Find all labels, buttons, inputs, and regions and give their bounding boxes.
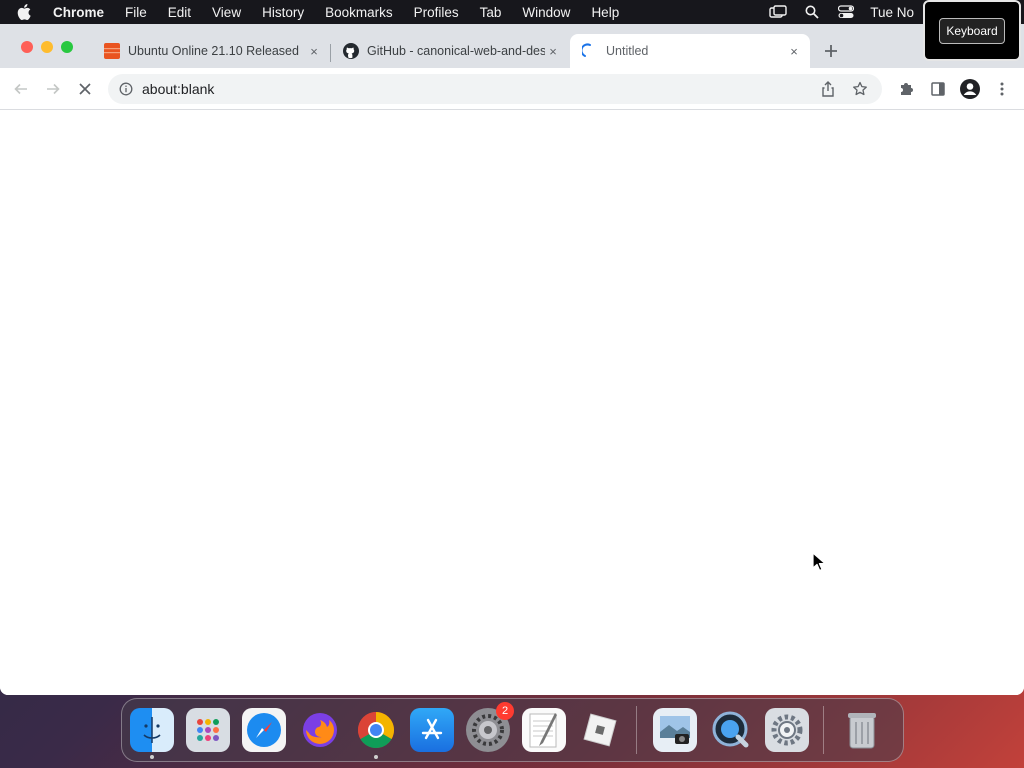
- safari-icon[interactable]: [242, 708, 286, 752]
- dock: 2: [121, 698, 904, 762]
- menu-bar: Chrome File Edit View History Bookmarks …: [0, 0, 1024, 24]
- apple-menu-icon[interactable]: [17, 4, 37, 20]
- forward-arrow-icon[interactable]: [41, 77, 65, 101]
- menu-help[interactable]: Help: [591, 5, 619, 20]
- menu-profiles[interactable]: Profiles: [414, 5, 459, 20]
- menu-bookmarks[interactable]: Bookmarks: [325, 5, 393, 20]
- screen-mirroring-icon[interactable]: [768, 4, 788, 20]
- trash-icon[interactable]: [840, 708, 884, 752]
- tab-close-icon[interactable]: ×: [545, 43, 561, 59]
- running-indicator: [374, 755, 378, 759]
- dock-separator: [823, 706, 824, 754]
- chrome-icon[interactable]: [354, 708, 398, 759]
- launchpad-icon[interactable]: [186, 708, 230, 752]
- keyboard-button[interactable]: Keyboard: [939, 17, 1005, 44]
- menu-tab[interactable]: Tab: [480, 5, 502, 20]
- menu-app-name[interactable]: Chrome: [53, 5, 104, 20]
- back-arrow-icon[interactable]: [9, 77, 33, 101]
- tab-ubuntu[interactable]: Ubuntu Online 21.10 Released ×: [92, 34, 330, 68]
- tab-close-icon[interactable]: ×: [306, 43, 322, 59]
- preview-icon[interactable]: [653, 708, 697, 752]
- control-center-icon[interactable]: [836, 4, 856, 20]
- github-icon: [343, 43, 359, 59]
- firefox-icon[interactable]: [298, 708, 342, 752]
- chrome-menu-kebab-icon[interactable]: [990, 77, 1014, 101]
- loading-spinner-icon: [582, 43, 598, 59]
- mouse-pointer-icon: [812, 552, 826, 572]
- notification-badge: 2: [496, 702, 514, 720]
- roblox-icon[interactable]: [578, 708, 622, 752]
- keyboard-overlay: Keyboard: [923, 0, 1021, 61]
- window-minimize-button[interactable]: [41, 41, 53, 53]
- bookmark-star-icon[interactable]: [850, 79, 870, 99]
- system-preferences-icon[interactable]: 2: [466, 702, 514, 752]
- running-indicator: [150, 755, 154, 759]
- chrome-window: Ubuntu Online 21.10 Released × GitHub - …: [0, 24, 1024, 695]
- address-bar[interactable]: about:blank: [108, 74, 882, 104]
- system-preferences-icon-2[interactable]: [765, 708, 809, 752]
- app-store-icon[interactable]: [410, 708, 454, 752]
- new-tab-plus-icon[interactable]: [820, 40, 842, 62]
- menu-edit[interactable]: Edit: [168, 5, 191, 20]
- tab-untitled-active[interactable]: Untitled ×: [570, 34, 810, 68]
- tab-title: Untitled: [606, 44, 649, 58]
- window-maximize-button[interactable]: [61, 41, 73, 53]
- tab-github[interactable]: GitHub - canonical-web-and-design ×: [331, 34, 569, 68]
- menu-history[interactable]: History: [262, 5, 304, 20]
- tab-close-icon[interactable]: ×: [786, 43, 802, 59]
- extensions-puzzle-icon[interactable]: [894, 77, 918, 101]
- finder-icon[interactable]: [130, 708, 174, 759]
- textedit-icon[interactable]: [522, 708, 566, 752]
- window-close-button[interactable]: [21, 41, 33, 53]
- menu-clock[interactable]: Tue No: [870, 5, 914, 20]
- tab-title: Ubuntu Online 21.10 Released: [128, 44, 299, 58]
- spotlight-search-icon[interactable]: [802, 4, 822, 20]
- quicktime-player-icon[interactable]: [709, 708, 753, 752]
- tab-title: GitHub - canonical-web-and-design: [367, 44, 545, 58]
- menu-window[interactable]: Window: [522, 5, 570, 20]
- menu-file[interactable]: File: [125, 5, 147, 20]
- ubuntu-icon: [104, 43, 120, 59]
- browser-toolbar: about:blank: [0, 68, 1024, 110]
- site-info-icon[interactable]: [118, 81, 134, 97]
- profile-avatar-icon[interactable]: [958, 77, 982, 101]
- address-url[interactable]: about:blank: [142, 81, 818, 97]
- stop-loading-icon[interactable]: [73, 77, 97, 101]
- menu-view[interactable]: View: [212, 5, 241, 20]
- share-icon[interactable]: [818, 79, 838, 99]
- side-panel-icon[interactable]: [926, 77, 950, 101]
- tab-strip: Ubuntu Online 21.10 Released × GitHub - …: [0, 24, 1024, 68]
- page-content-blank[interactable]: [0, 111, 1024, 695]
- dock-separator: [636, 706, 637, 754]
